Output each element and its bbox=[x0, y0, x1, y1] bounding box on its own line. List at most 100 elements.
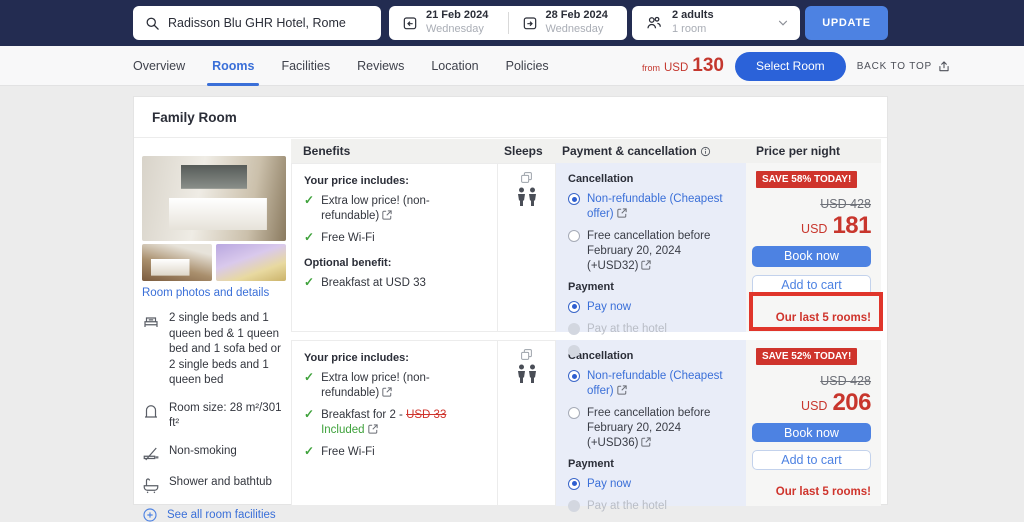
external-link-icon[interactable] bbox=[382, 387, 392, 397]
radio-selected[interactable] bbox=[568, 370, 580, 382]
check-icon: ✓ bbox=[304, 408, 314, 421]
room-title: Family Room bbox=[134, 97, 887, 138]
benefit-item: ✓ Free Wi-Fi bbox=[304, 231, 485, 246]
radio-disabled bbox=[568, 500, 580, 512]
price-cell: SAVE 52% TODAY! USD 428 USD 206 Book now… bbox=[746, 340, 881, 506]
option-label[interactable]: Free cancellation before February 20, 20… bbox=[587, 406, 734, 451]
benefits-cell: Your price includes: ✓ Extra low price! … bbox=[291, 163, 498, 332]
benefit-item: ✓ Free Wi-Fi bbox=[304, 445, 485, 460]
cancellation-title: Cancellation bbox=[568, 350, 734, 362]
dates-picker: 21 Feb 2024 Wednesday 28 Feb 2024 Wednes… bbox=[389, 6, 627, 40]
book-now-button[interactable]: Book now bbox=[752, 246, 871, 267]
option-label[interactable]: Non-refundable (Cheapest offer) bbox=[587, 369, 734, 399]
hotel-nav: Overview Rooms Facilities Reviews Locati… bbox=[0, 46, 1024, 86]
checkout-date-picker[interactable]: 28 Feb 2024 Wednesday bbox=[509, 6, 628, 40]
guests-selector[interactable]: 2 adults 1 room bbox=[632, 6, 800, 40]
option-label: Pay at the hotel bbox=[587, 322, 667, 337]
payment-option: Pay at the hotel bbox=[568, 322, 734, 337]
external-link-icon[interactable] bbox=[382, 210, 392, 220]
radio-unselected[interactable] bbox=[568, 230, 580, 242]
add-to-cart-button[interactable]: Add to cart bbox=[752, 450, 871, 470]
bed-icon bbox=[142, 312, 160, 330]
benefit-text: Breakfast at USD 33 bbox=[321, 276, 426, 291]
add-to-cart-button[interactable]: Add to cart bbox=[752, 275, 871, 296]
from-label: from bbox=[642, 63, 660, 73]
benefit-item: ✓ Breakfast for 2 - USD 33 Included bbox=[304, 408, 485, 438]
cancellation-option: Free cancellation before February 20, 20… bbox=[568, 229, 734, 274]
compare-icon[interactable] bbox=[520, 171, 533, 184]
tab-location[interactable]: Location bbox=[431, 46, 478, 86]
room-photo-bathroom[interactable] bbox=[216, 244, 286, 281]
bath-detail: Shower and bathtub bbox=[142, 475, 288, 494]
guests-adults: 2 adults bbox=[672, 9, 714, 23]
room-details-column: Room photos and details 2 single beds an… bbox=[142, 156, 288, 522]
offer-row-2: Your price includes: ✓ Extra low price! … bbox=[291, 340, 881, 506]
tab-reviews[interactable]: Reviews bbox=[357, 46, 404, 86]
benefit-text: Extra low price! (non-refundable) bbox=[321, 194, 485, 224]
facilities-text: See all room facilities bbox=[167, 509, 276, 521]
back-to-top-link[interactable]: BACK TO TOP bbox=[857, 59, 951, 73]
back-to-top-label: BACK TO TOP bbox=[857, 61, 932, 72]
tab-rooms[interactable]: Rooms bbox=[212, 46, 254, 86]
current-price: USD 181 bbox=[801, 212, 871, 240]
radio-selected[interactable] bbox=[568, 301, 580, 313]
radio-selected[interactable] bbox=[568, 478, 580, 490]
top-search-bar: 21 Feb 2024 Wednesday 28 Feb 2024 Wednes… bbox=[0, 0, 1024, 46]
scarcity-message: Our last 5 rooms! bbox=[776, 312, 871, 324]
book-now-button[interactable]: Book now bbox=[752, 423, 871, 442]
info-icon[interactable] bbox=[700, 146, 711, 157]
payment-option: Pay now bbox=[568, 477, 734, 492]
sleeps-column-header: Sleeps bbox=[498, 144, 556, 158]
breakfast-included: Included bbox=[321, 424, 364, 436]
check-icon: ✓ bbox=[304, 371, 314, 384]
tab-policies[interactable]: Policies bbox=[506, 46, 549, 86]
benefit-text: Breakfast for 2 - USD 33 Included bbox=[321, 408, 485, 438]
benefit-text: Free Wi-Fi bbox=[321, 445, 375, 460]
option-label[interactable]: Free cancellation before February 20, 20… bbox=[587, 229, 734, 274]
room-photo-bedroom[interactable] bbox=[142, 244, 212, 281]
select-room-button[interactable]: Select Room bbox=[735, 52, 846, 81]
tab-facilities[interactable]: Facilities bbox=[281, 46, 330, 86]
price-cell: SAVE 58% TODAY! USD 428 USD 181 Book now… bbox=[746, 163, 881, 332]
external-link-icon[interactable] bbox=[368, 424, 378, 434]
compare-icon[interactable] bbox=[520, 348, 533, 361]
save-badge: SAVE 52% TODAY! bbox=[756, 348, 857, 365]
from-amount: 130 bbox=[692, 55, 724, 77]
cancellation-option: Free cancellation before February 20, 20… bbox=[568, 406, 734, 451]
option-label[interactable]: Non-refundable (Cheapest offer) bbox=[587, 192, 734, 222]
option-label[interactable]: Pay now bbox=[587, 300, 631, 315]
external-link-icon[interactable] bbox=[617, 208, 627, 218]
optional-title: Optional benefit: bbox=[304, 257, 485, 269]
sleeps-adults-icon bbox=[514, 187, 540, 207]
smoking-text: Non-smoking bbox=[169, 444, 237, 463]
offers-header-row: Benefits Sleeps Payment & cancellation P… bbox=[291, 139, 881, 163]
option-label[interactable]: Pay now bbox=[587, 477, 631, 492]
room-card: Family Room Room photos and details 2 si… bbox=[133, 96, 888, 505]
see-all-facilities-link[interactable]: See all room facilities bbox=[142, 507, 288, 522]
destination-search bbox=[133, 6, 381, 40]
destination-input[interactable] bbox=[168, 16, 371, 30]
old-price: USD 428 bbox=[820, 374, 871, 388]
checkin-date-picker[interactable]: 21 Feb 2024 Wednesday bbox=[389, 6, 508, 40]
room-photo-main[interactable] bbox=[142, 156, 286, 241]
benefits-column-header: Benefits bbox=[291, 144, 498, 158]
payment-column-header: Payment & cancellation bbox=[556, 144, 746, 158]
room-photos-link[interactable]: Room photos and details bbox=[142, 287, 288, 299]
tab-overview[interactable]: Overview bbox=[133, 46, 185, 86]
current-price: USD 206 bbox=[801, 389, 871, 417]
includes-title: Your price includes: bbox=[304, 352, 485, 364]
radio-selected[interactable] bbox=[568, 193, 580, 205]
update-button[interactable]: UPDATE bbox=[805, 6, 888, 40]
check-icon: ✓ bbox=[304, 231, 314, 244]
guests-icon bbox=[645, 14, 663, 32]
external-link-icon[interactable] bbox=[641, 260, 651, 270]
bath-text: Shower and bathtub bbox=[169, 475, 272, 494]
radio-unselected[interactable] bbox=[568, 407, 580, 419]
offers-grid: Benefits Sleeps Payment & cancellation P… bbox=[291, 139, 881, 506]
external-link-icon[interactable] bbox=[641, 437, 651, 447]
calendar-checkin-icon bbox=[402, 15, 418, 31]
shower-bathtub-icon bbox=[142, 476, 160, 494]
beds-detail: 2 single beds and 1 queen bed & 1 queen … bbox=[142, 311, 288, 389]
benefit-text: Free Wi-Fi bbox=[321, 231, 375, 246]
external-link-icon[interactable] bbox=[617, 385, 627, 395]
